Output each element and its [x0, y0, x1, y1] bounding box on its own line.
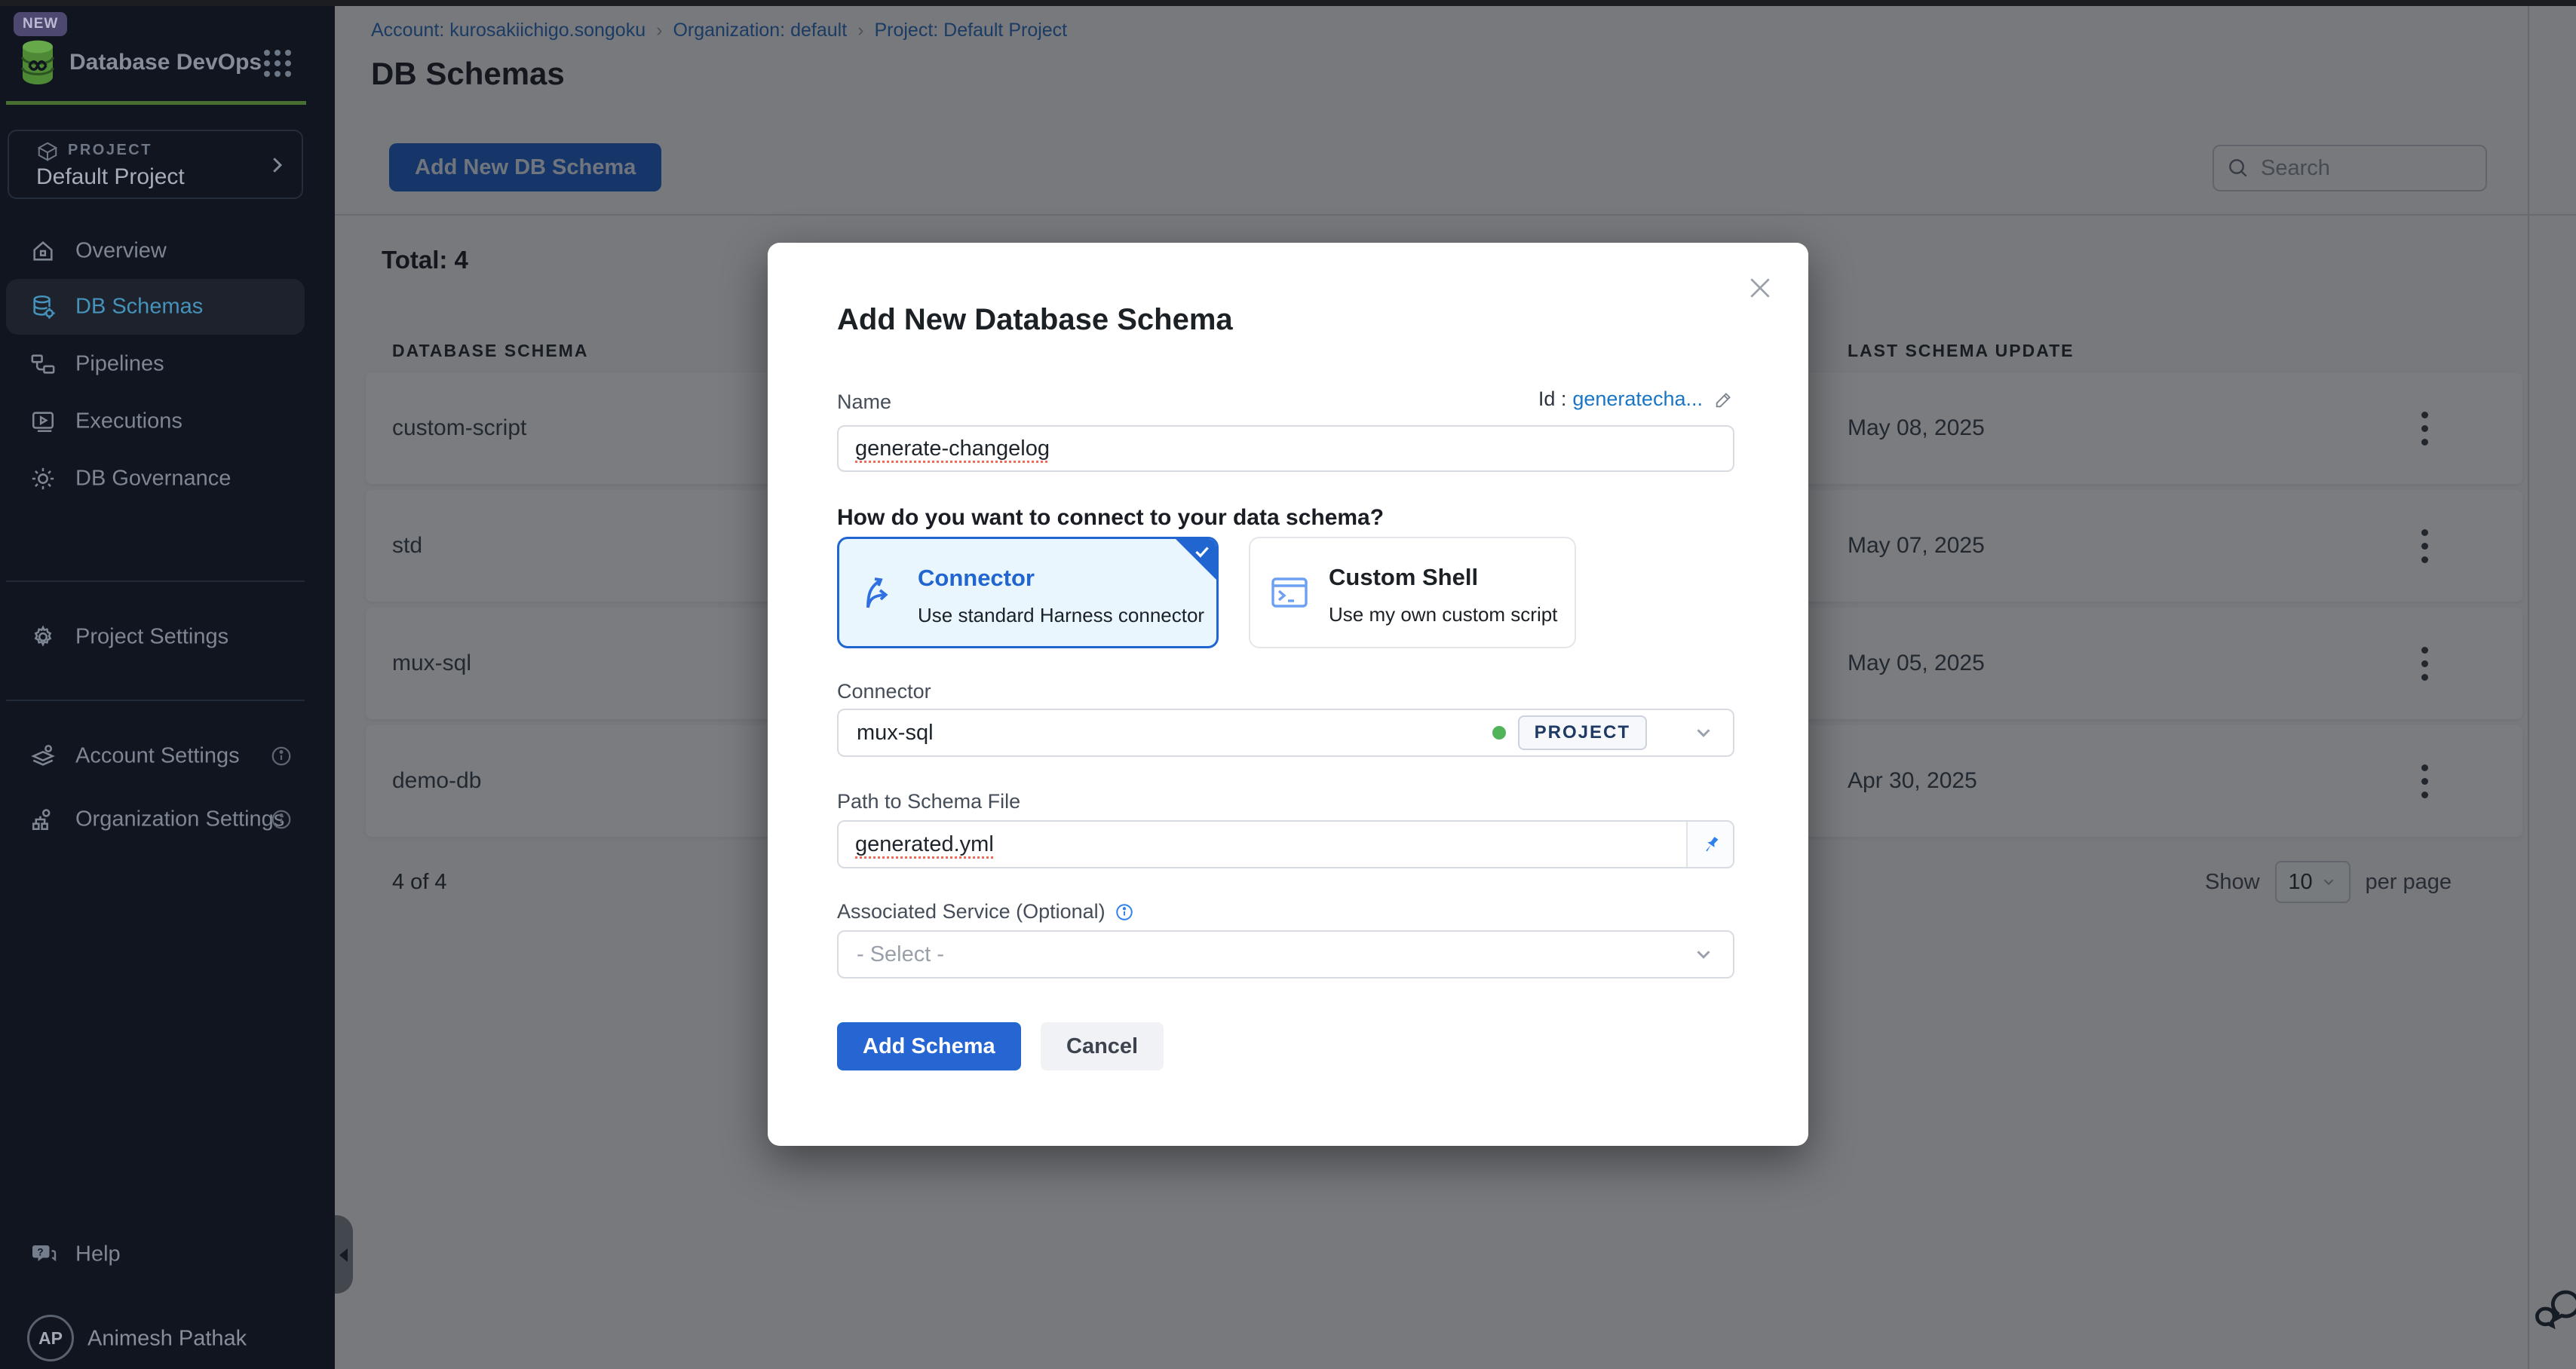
- path-input[interactable]: generated.yml: [839, 822, 1686, 867]
- project-cube-icon: [36, 140, 59, 163]
- service-label-row: Associated Service (Optional): [837, 900, 1134, 923]
- gear-icon: [30, 624, 56, 650]
- name-field[interactable]: generate-changelog: [837, 425, 1734, 472]
- app-title: Database DevOps: [69, 50, 262, 75]
- id-value-link[interactable]: generatecha...: [1572, 387, 1703, 411]
- pipelines-icon: [30, 351, 56, 377]
- check-icon: [1192, 542, 1212, 562]
- chevron-down-icon: [1692, 943, 1715, 966]
- executions-icon: [30, 409, 56, 434]
- sidebar-item-organization-settings[interactable]: Organization Settings: [0, 792, 335, 847]
- cancel-button[interactable]: Cancel: [1041, 1022, 1164, 1070]
- governance-gear-icon: [30, 466, 56, 492]
- sidebar-item-db-governance[interactable]: DB Governance: [0, 451, 335, 507]
- path-field: generated.yml: [837, 820, 1734, 868]
- scope-badge: PROJECT: [1518, 715, 1647, 750]
- help-button[interactable]: ? Help: [0, 1226, 335, 1283]
- layers-gear-icon: [30, 743, 56, 769]
- chevron-down-icon: [1692, 721, 1715, 744]
- info-icon[interactable]: [1115, 902, 1134, 922]
- path-label: Path to Schema File: [837, 790, 1020, 813]
- sidebar-divider: [6, 700, 305, 701]
- org-gear-icon: [30, 807, 56, 832]
- info-icon[interactable]: [270, 745, 293, 767]
- sidebar: NEW Database DevOps PROJECT Default Pr: [0, 6, 335, 1369]
- pin-button[interactable]: [1686, 822, 1733, 867]
- sidebar-item-account-settings[interactable]: Account Settings: [0, 728, 335, 784]
- sidebar-item-project-settings[interactable]: Project Settings: [0, 609, 335, 665]
- sidebar-collapse-handle[interactable]: [335, 1215, 353, 1294]
- service-placeholder: - Select -: [857, 942, 1692, 967]
- modal-title: Add New Database Schema: [837, 303, 1233, 337]
- id-prefix: Id :: [1538, 387, 1567, 411]
- service-select[interactable]: - Select -: [837, 930, 1734, 979]
- user-menu[interactable]: AP Animesh Pathak: [0, 1310, 335, 1367]
- project-name: Default Project: [36, 164, 185, 190]
- sidebar-item-overview[interactable]: Overview: [0, 223, 335, 279]
- module-grid-icon[interactable]: [261, 47, 294, 80]
- avatar: AP: [27, 1315, 74, 1361]
- help-chat-icon: ?: [30, 1241, 57, 1268]
- connector-arrows-icon: [859, 571, 898, 614]
- name-label: Name: [837, 390, 891, 414]
- sidebar-item-db-schemas[interactable]: DB Schemas: [0, 279, 335, 335]
- collapse-arrow-icon: [339, 1248, 348, 1262]
- connector-label: Connector: [837, 680, 931, 703]
- chevron-right-icon: [265, 154, 288, 176]
- connector-select[interactable]: mux-sql PROJECT: [837, 709, 1734, 757]
- info-icon[interactable]: [270, 808, 293, 831]
- status-dot-green: [1492, 726, 1506, 740]
- pin-icon: [1694, 828, 1726, 860]
- svg-text:?: ?: [37, 1247, 43, 1258]
- sidebar-item-executions[interactable]: Executions: [0, 394, 335, 449]
- entity-id-row: Id : generatecha...: [1538, 387, 1734, 411]
- home-icon: [30, 238, 56, 264]
- terminal-icon: [1270, 573, 1309, 612]
- close-icon[interactable]: [1745, 273, 1775, 303]
- connector-value: mux-sql: [857, 721, 1492, 746]
- add-schema-modal: Add New Database Schema Name Id : genera…: [768, 243, 1808, 1146]
- user-name: Animesh Pathak: [87, 1327, 247, 1352]
- edit-pencil-icon[interactable]: [1713, 389, 1734, 410]
- new-badge: NEW: [14, 12, 67, 36]
- option-card-custom-shell[interactable]: Custom Shell Use my own custom script: [1249, 537, 1576, 648]
- window-top-strip: [0, 0, 2576, 6]
- project-kicker: PROJECT: [68, 142, 152, 159]
- option-card-connector[interactable]: Connector Use standard Harness connector: [837, 537, 1219, 648]
- sidebar-item-pipelines[interactable]: Pipelines: [0, 336, 335, 392]
- sidebar-accent-line: [6, 101, 306, 105]
- db-schema-icon: [30, 294, 56, 320]
- sidebar-divider: [6, 580, 305, 582]
- project-selector[interactable]: PROJECT Default Project: [8, 130, 303, 199]
- connect-question: How do you want to connect to your data …: [837, 505, 1384, 531]
- database-devops-logo-icon: [20, 39, 56, 84]
- add-schema-button[interactable]: Add Schema: [837, 1022, 1021, 1070]
